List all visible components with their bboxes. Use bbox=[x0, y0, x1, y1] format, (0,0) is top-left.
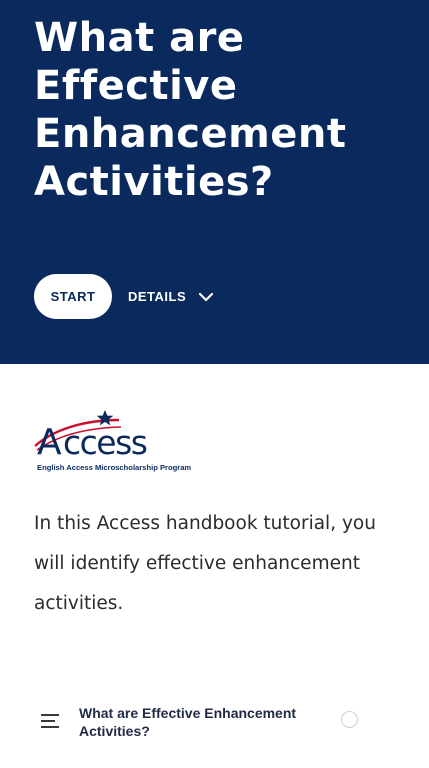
lesson-status-circle-icon bbox=[341, 711, 358, 728]
lesson-item[interactable]: What are Effective Enhancement Activitie… bbox=[0, 694, 429, 748]
access-logo: A ccess English Access Microscholarship … bbox=[34, 410, 191, 472]
details-label: DETAILS bbox=[128, 289, 187, 304]
details-toggle[interactable]: DETAILS bbox=[128, 280, 214, 313]
logo-wordmark: ccess bbox=[63, 423, 147, 462]
hero-banner: What are Effective Enhancement Activitie… bbox=[0, 0, 429, 364]
course-title: What are Effective Enhancement Activitie… bbox=[34, 15, 347, 205]
chevron-down-icon bbox=[199, 292, 214, 301]
svg-text:A: A bbox=[37, 422, 62, 463]
intro-text: In this Access handbook tutorial, you wi… bbox=[34, 513, 376, 614]
text-lines-icon bbox=[41, 714, 59, 728]
logo-tagline: English Access Microscholarship Program bbox=[37, 463, 191, 472]
lesson-title: What are Effective Enhancement Activitie… bbox=[79, 705, 297, 739]
start-button[interactable]: START bbox=[34, 274, 112, 319]
